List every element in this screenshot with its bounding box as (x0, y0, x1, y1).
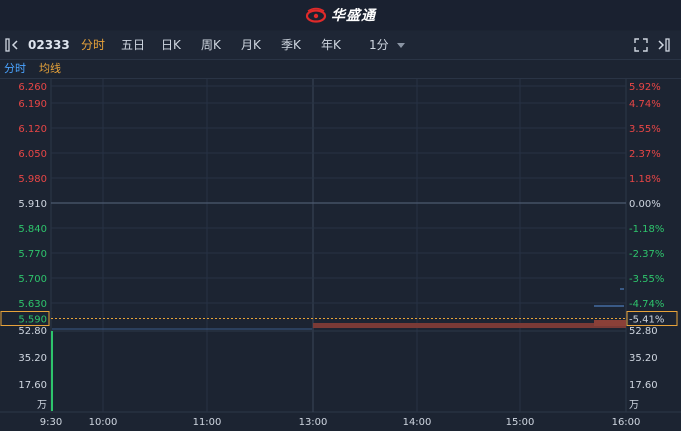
percent-tick-label: 2.37% (629, 149, 661, 160)
volume-unit-label: 万 (37, 400, 47, 411)
volume-tick-label: 17.60 (18, 380, 47, 391)
volume-tick-label-right: 17.60 (629, 380, 658, 391)
percent-tick-label: 4.74% (629, 99, 661, 110)
percent-tick-label: -1.18% (629, 224, 664, 235)
price-tick-label: 5.700 (18, 274, 47, 285)
time-axis-label: 14:00 (403, 417, 432, 428)
percent-tick-label: 5.92% (629, 82, 661, 93)
volume-unit-label-right: 万 (629, 400, 639, 411)
time-axis-label: 10:00 (89, 417, 118, 428)
time-axis-label: 15:00 (506, 417, 535, 428)
volume-bar (594, 320, 626, 326)
time-axis-label: 16:00 (612, 417, 641, 428)
time-axis-label: 13:00 (299, 417, 328, 428)
volume-tick-label: 35.20 (18, 353, 47, 364)
price-tick-label: 6.260 (18, 82, 47, 93)
volume-bar (313, 323, 626, 328)
price-tick-label: 6.120 (18, 124, 47, 135)
volume-tick-label-right: 35.20 (629, 353, 658, 364)
price-tick-label: 5.910 (18, 199, 47, 210)
current-percent-label: -5.41% (629, 315, 664, 326)
volume-tick-label: 52.80 (18, 326, 47, 337)
time-axis-label: 11:00 (193, 417, 222, 428)
price-tick-label: 5.630 (18, 299, 47, 310)
percent-tick-label: 1.18% (629, 174, 661, 185)
percent-tick-label: -3.55% (629, 274, 664, 285)
percent-tick-label: -2.37% (629, 249, 664, 260)
percent-tick-label: 0.00% (629, 199, 661, 210)
intraday-chart[interactable]: 6.260 5.92% 6.190 4.74% 6.120 3.55% 6.050 2.37%… (0, 0, 681, 431)
current-price-label: 5.590 (18, 315, 47, 326)
price-tick-label: 5.980 (18, 174, 47, 185)
percent-tick-label: 3.55% (629, 124, 661, 135)
price-tick-label: 5.770 (18, 249, 47, 260)
time-axis-label: 9:30 (40, 417, 62, 428)
volume-tick-label-right: 52.80 (629, 326, 658, 337)
price-tick-label: 6.190 (18, 99, 47, 110)
price-tick-label: 6.050 (18, 149, 47, 160)
percent-tick-label: -4.74% (629, 299, 664, 310)
price-tick-label: 5.840 (18, 224, 47, 235)
